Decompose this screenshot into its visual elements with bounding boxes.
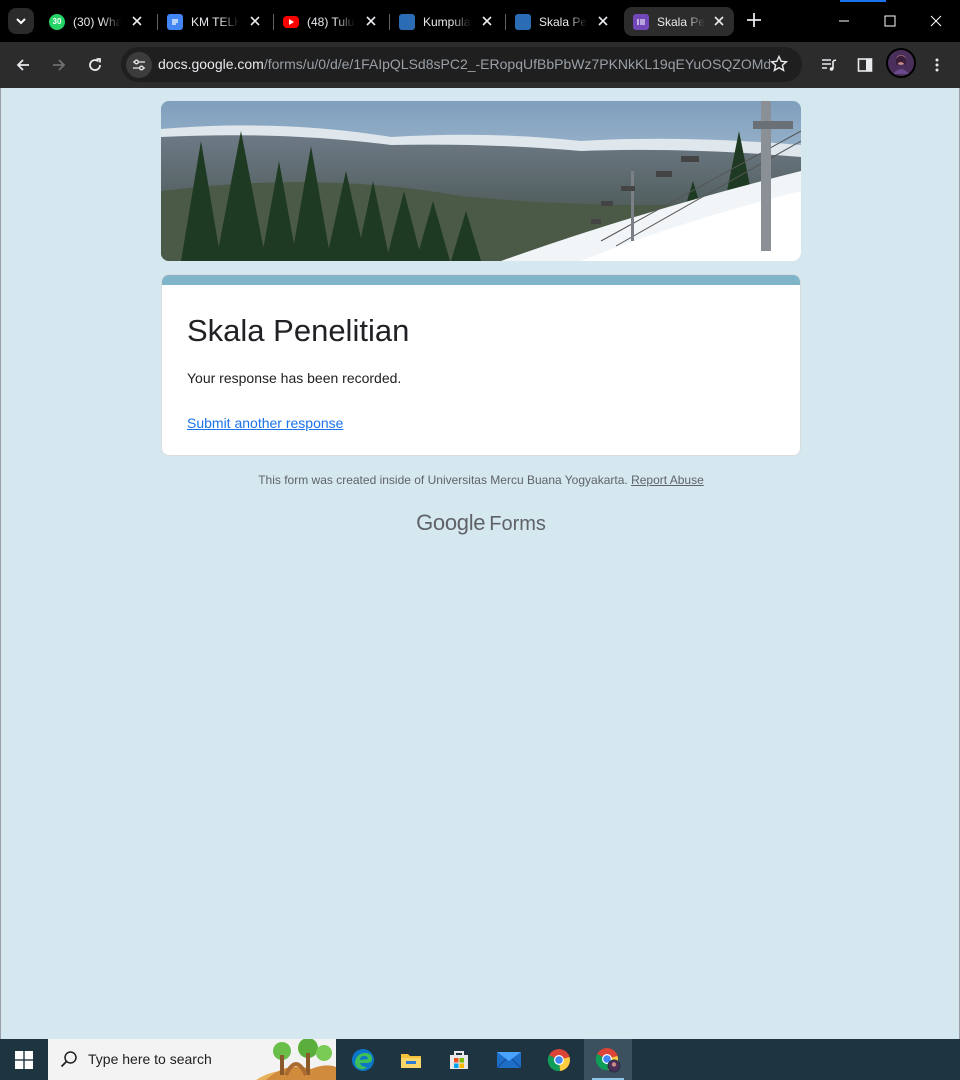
close-icon[interactable] (712, 14, 726, 28)
back-button[interactable] (11, 53, 35, 77)
taskbar-search-box[interactable]: Type here to search (48, 1039, 336, 1080)
edge-icon (352, 1048, 374, 1071)
search-icon (60, 1051, 77, 1068)
google-forms-logo[interactable]: Google Forms (1, 510, 960, 536)
confirmation-message: Your response has been recorded. (187, 370, 402, 386)
url-text: docs.google.com/forms/u/0/d/e/1FAIpQLSd8… (158, 56, 770, 72)
header-image (161, 101, 801, 261)
tab-strip: 30 (30) WhatsApp KM TELKOM (48) Tulus Ku… (0, 0, 960, 42)
google-forms-icon (633, 13, 649, 30)
taskbar-chrome-profile[interactable] (584, 1039, 632, 1080)
reload-icon (89, 58, 101, 71)
minimize-button[interactable] (821, 0, 867, 42)
reload-button[interactable] (83, 53, 107, 77)
taskbar-file-explorer[interactable] (387, 1039, 435, 1080)
file-explorer-icon (401, 1053, 421, 1068)
arrow-right-icon (53, 59, 66, 71)
form-title: Skala Penelitian (187, 313, 410, 348)
search-highlight-illustration (256, 1039, 336, 1080)
url-host: docs.google.com (158, 56, 264, 72)
tab-skala-penelitian[interactable]: Skala Penelitian (506, 7, 618, 36)
close-icon[interactable] (248, 14, 262, 28)
avatar-image (888, 50, 914, 76)
tab-title: Skala Penelitian (539, 14, 587, 29)
report-abuse-link[interactable]: Report Abuse (631, 473, 704, 487)
tab-km-telkom[interactable]: KM TELKOM (158, 7, 270, 36)
logo-google-text: Google (416, 510, 486, 535)
confirmation-card: Skala Penelitian Your response has been … (161, 274, 801, 456)
close-icon[interactable] (480, 14, 494, 28)
card-accent-bar (162, 275, 800, 285)
google-docs-icon (167, 13, 183, 30)
submit-another-response-link[interactable]: Submit another response (187, 415, 343, 431)
tab-whatsapp[interactable]: 30 (30) WhatsApp (40, 7, 152, 36)
address-bar[interactable]: docs.google.com/forms/u/0/d/e/1FAIpQLSd8… (121, 47, 802, 82)
media-controls-button[interactable] (817, 53, 841, 77)
close-window-button[interactable] (913, 0, 959, 42)
mail-icon (496, 1051, 522, 1068)
close-icon[interactable] (130, 14, 144, 28)
arrow-left-icon (16, 59, 29, 71)
tab-title: KM TELKOM (191, 14, 239, 29)
minimize-icon (839, 20, 849, 22)
close-icon (930, 15, 942, 27)
chrome-icon (547, 1048, 570, 1071)
bookmark-star-icon[interactable] (770, 55, 788, 73)
profile-avatar[interactable] (886, 48, 916, 78)
chrome-menu-button[interactable] (925, 53, 949, 77)
close-icon[interactable] (596, 14, 610, 28)
tab-title: (30) WhatsApp (73, 14, 121, 29)
tab-kumpulan[interactable]: Kumpulan (390, 7, 502, 36)
playlist-icon (822, 59, 837, 71)
maximize-button[interactable] (867, 0, 913, 42)
more-vertical-icon (935, 58, 939, 72)
tab-title: Skala Penelitian (657, 14, 705, 29)
tab-title: Kumpulan (423, 14, 471, 29)
url-path: /forms/u/0/d/e/1FAIpQLSd8sPC2_-ERopqUfBb… (263, 56, 770, 72)
windows-logo-icon (15, 1050, 33, 1069)
tab-skala-penelitian-active[interactable]: Skala Penelitian (624, 7, 734, 36)
form-page: Skala Penelitian Your response has been … (0, 88, 960, 1039)
maximize-icon (884, 15, 896, 27)
microsoft-store-icon (450, 1050, 468, 1069)
youtube-icon (283, 15, 299, 28)
tab-title: (48) Tulus (307, 14, 355, 29)
whatsapp-icon: 30 (49, 13, 65, 30)
side-panel-icon (857, 58, 873, 72)
chevron-down-icon (16, 18, 26, 25)
created-inside-text: This form was created inside of Universi… (258, 473, 628, 487)
taskbar-microsoft-store[interactable] (435, 1039, 483, 1080)
logo-forms-text: Forms (489, 513, 546, 535)
chrome-profile-icon (595, 1047, 621, 1072)
form-footer-note: This form was created inside of Universi… (1, 473, 960, 487)
taskbar-mail[interactable] (485, 1039, 533, 1080)
taskbar-chrome[interactable] (535, 1039, 583, 1080)
tab-search-button[interactable] (8, 8, 34, 34)
site-icon (399, 13, 415, 30)
start-button[interactable] (0, 1039, 48, 1080)
side-panel-button[interactable] (853, 53, 877, 77)
tab-youtube[interactable]: (48) Tulus (274, 7, 386, 36)
close-icon[interactable] (364, 14, 378, 28)
taskbar-edge[interactable] (339, 1039, 387, 1080)
browser-toolbar: docs.google.com/forms/u/0/d/e/1FAIpQLSd8… (0, 42, 960, 88)
windows-taskbar: Type here to search (0, 1039, 960, 1080)
search-placeholder: Type here to search (88, 1051, 212, 1067)
new-tab-icon[interactable] (744, 10, 764, 30)
forward-button[interactable] (47, 53, 71, 77)
site-icon (515, 13, 531, 30)
site-info-button[interactable] (126, 52, 152, 78)
tune-icon (133, 59, 145, 71)
